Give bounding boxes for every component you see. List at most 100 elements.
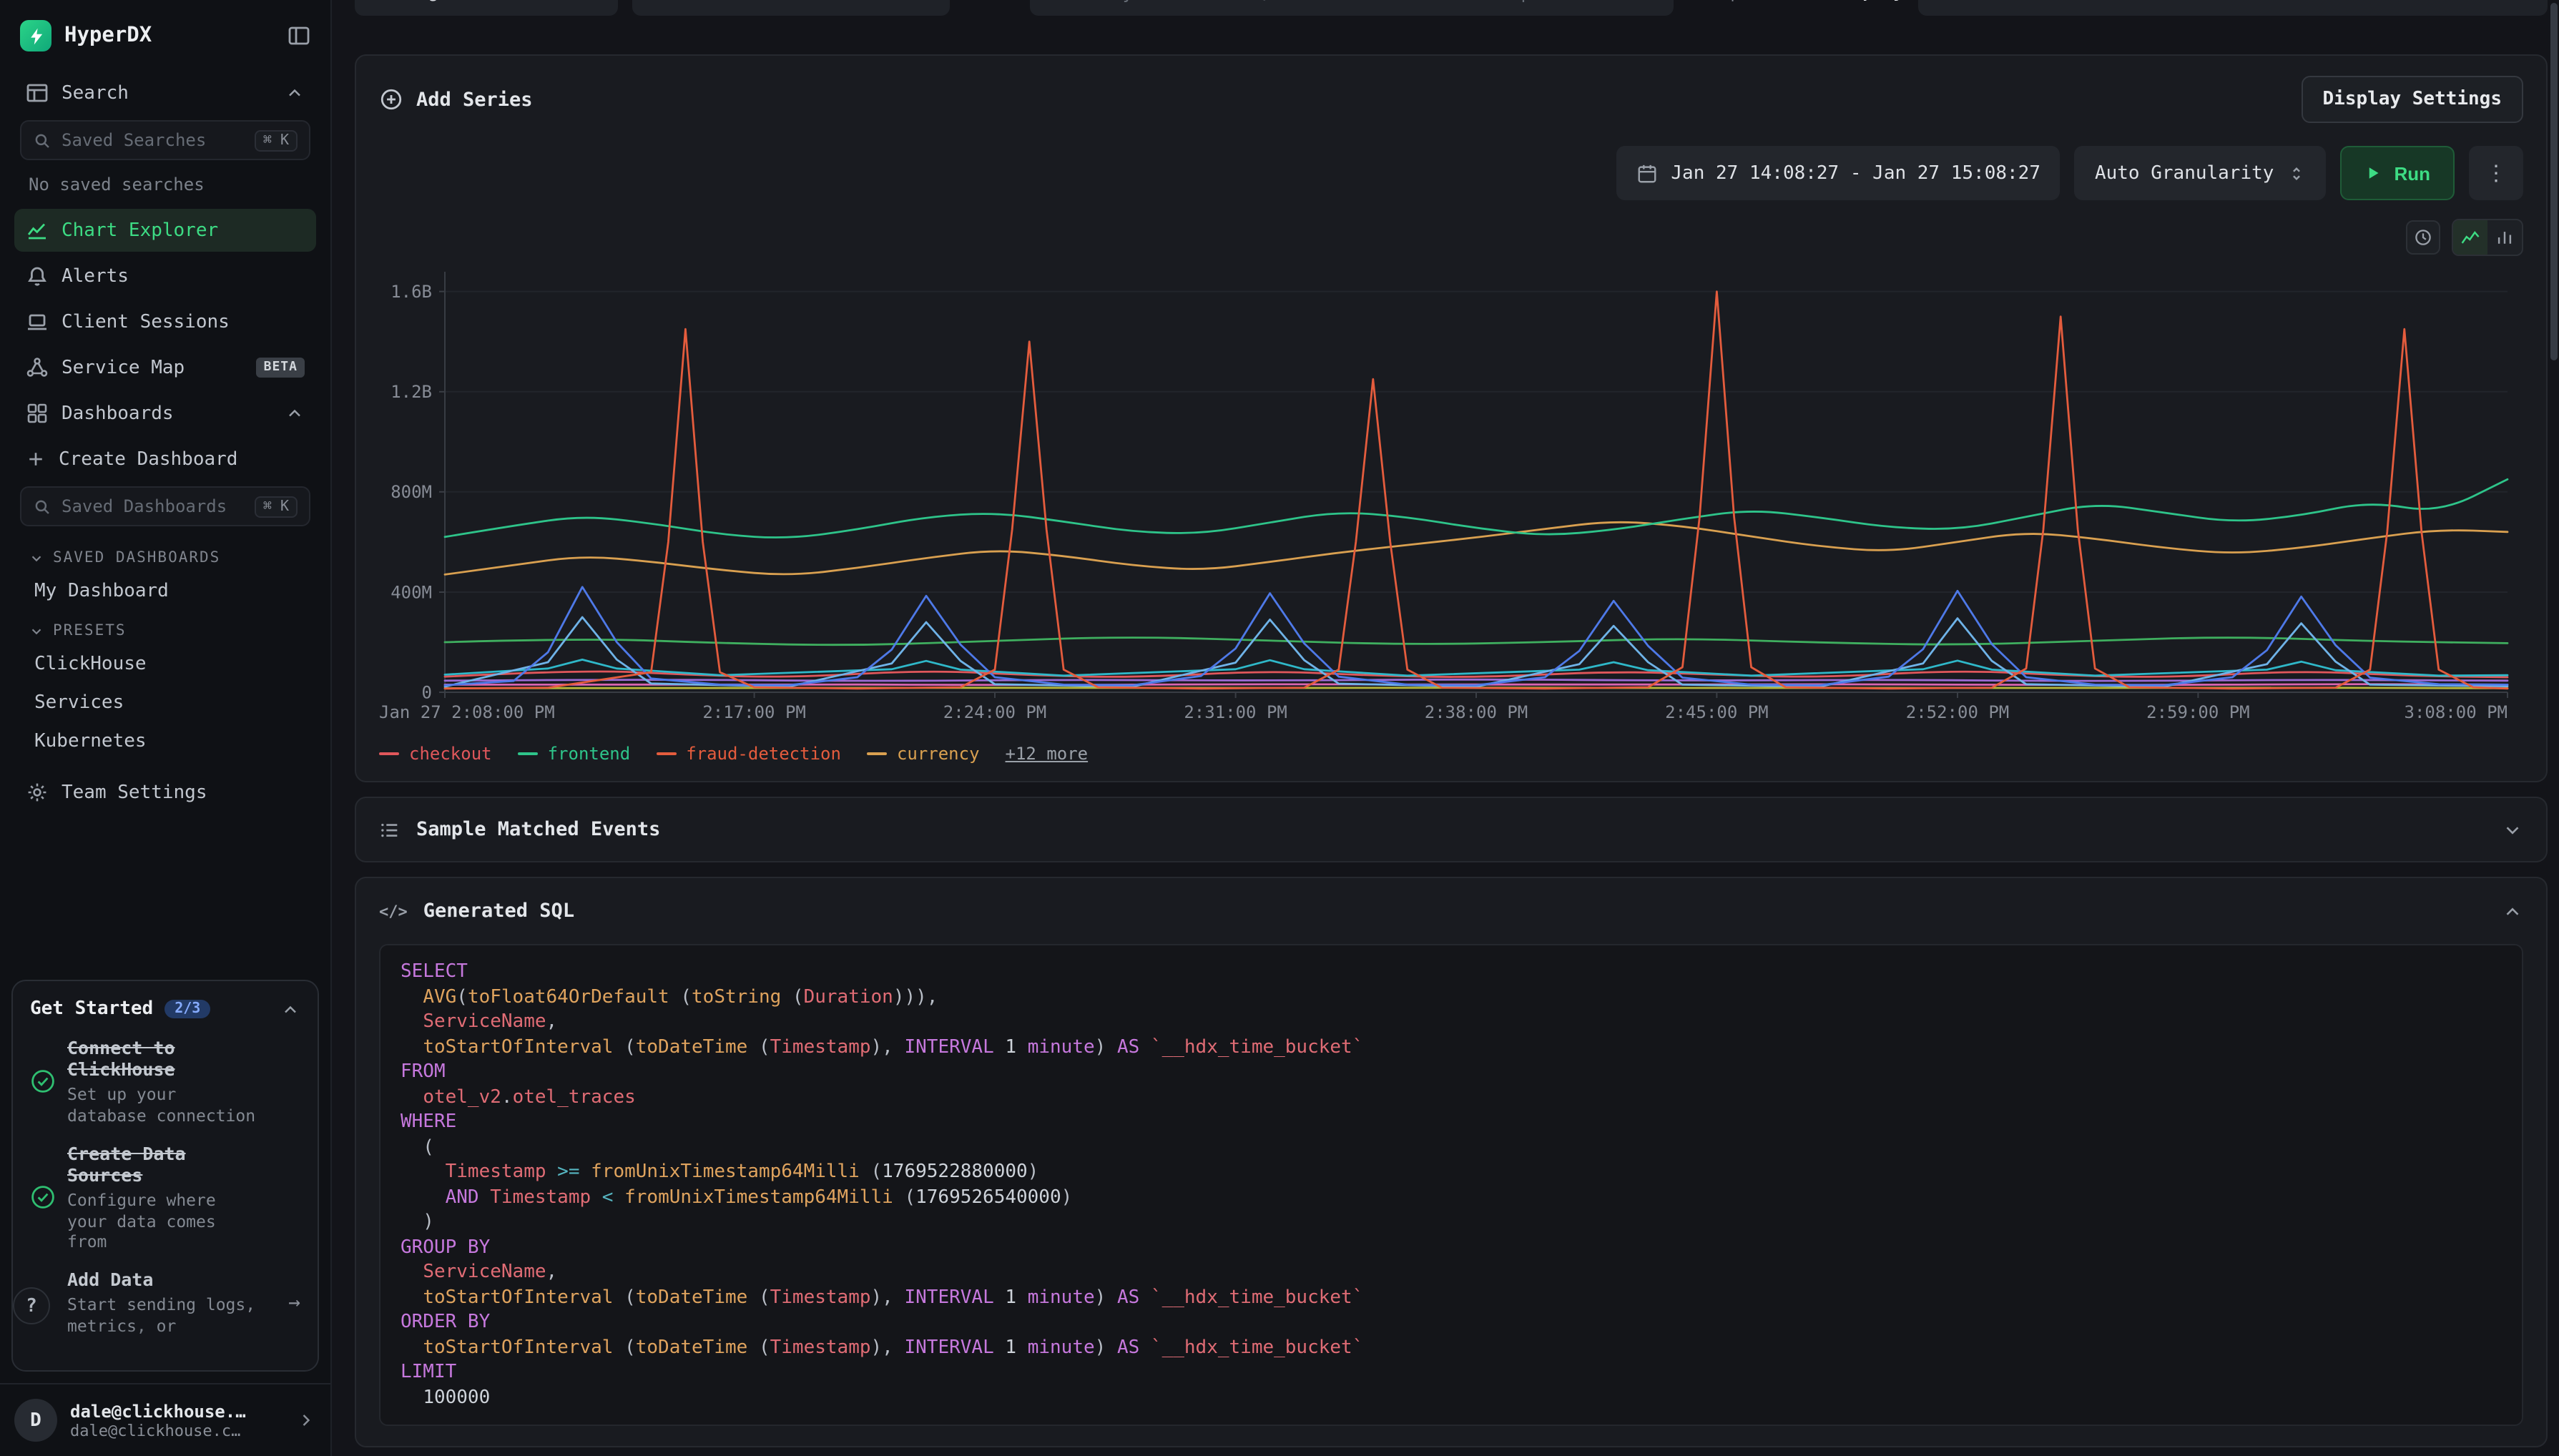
svg-text:2:52:00 PM: 2:52:00 PM	[1906, 702, 2010, 722]
aggregation-value: Average	[372, 0, 451, 2]
sidebar-item-search[interactable]: Search	[14, 72, 316, 114]
avatar: D	[14, 1399, 57, 1442]
series-currency	[445, 522, 2508, 574]
sql-code-block[interactable]: SELECT AVG(toFloat64OrDefault (toString …	[379, 944, 2523, 1426]
sql-line: (	[401, 1135, 2502, 1160]
svg-text:Jan 27 2:08:00 PM: Jan 27 2:08:00 PM	[379, 702, 555, 722]
sql-line: AVG(toFloat64OrDefault (toString (Durati…	[401, 985, 2502, 1010]
saved-dashboards-input[interactable]	[62, 496, 245, 516]
legend-item[interactable]: frontend	[518, 744, 631, 764]
sidebar-item-my-dashboard[interactable]: My Dashboard	[14, 572, 316, 609]
time-format-button[interactable]	[2406, 220, 2440, 255]
sql-line: SELECT	[401, 960, 2502, 985]
field-input[interactable]: Duration	[632, 0, 950, 16]
sidebar-item-create-dashboard[interactable]: Create Dashboard	[14, 438, 316, 481]
get-started-item-title: Add Data	[67, 1269, 256, 1291]
sidebar-item-dashboards[interactable]: Dashboards	[14, 392, 316, 435]
display-settings-button[interactable]: Display Settings	[2302, 76, 2523, 123]
plus-circle-icon	[379, 87, 403, 112]
chart-type-toggle	[2452, 219, 2523, 256]
search-events-input[interactable]: Search your events w/ Lucene ex. level:e…	[1030, 0, 1674, 16]
search-table-icon	[26, 82, 49, 104]
granularity-select[interactable]: Auto Granularity	[2075, 146, 2325, 200]
sample-matched-events-section[interactable]: Sample Matched Events	[355, 797, 2548, 862]
account-name: dale@clickhouse.…	[70, 1401, 246, 1421]
sql-line: LIMIT	[401, 1360, 2502, 1385]
get-started-item[interactable]: Connect to ClickHouse Set up your databa…	[30, 1038, 300, 1126]
sql-line: ORDER BY	[401, 1310, 2502, 1335]
legend-item[interactable]: checkout	[379, 744, 492, 764]
sql-line: toStartOfInterval (toDateTime (Timestamp…	[401, 1285, 2502, 1310]
series-recommendation	[445, 638, 2508, 645]
saved-searches-input[interactable]	[62, 130, 245, 150]
play-icon	[2364, 164, 2381, 182]
saved-searches-search[interactable]: ⌘ K	[20, 120, 310, 160]
group-by-input[interactable]: ServiceName	[1918, 0, 2548, 16]
help-button[interactable]: ?	[13, 1287, 50, 1324]
sidebar-item-chart-explorer[interactable]: Chart Explorer	[14, 209, 316, 252]
section-presets[interactable]: PRESETS	[14, 611, 316, 645]
sidebar-item-service-map[interactable]: Service Map BETA	[14, 346, 316, 389]
sql-line: ServiceName,	[401, 1010, 2502, 1035]
sidebar-item-label: Alerts	[62, 265, 305, 287]
svg-text:2:17:00 PM: 2:17:00 PM	[702, 702, 806, 722]
more-options-button[interactable]: ⋮	[2469, 146, 2523, 200]
get-started-item[interactable]: Add Data Start sending logs, metrics, or…	[30, 1269, 300, 1337]
line-chart-toggle-button[interactable]	[2453, 220, 2487, 255]
svg-text:2:59:00 PM: 2:59:00 PM	[2146, 702, 2250, 722]
collapse-sidebar-icon[interactable]	[288, 24, 310, 47]
sql-line: toStartOfInterval (toDateTime (Timestamp…	[401, 1335, 2502, 1360]
section-saved-dashboards[interactable]: SAVED DASHBOARDS	[14, 538, 316, 572]
sidebar-item-alerts[interactable]: Alerts	[14, 255, 316, 297]
get-started-card: Get Started 2/3 Connect to ClickHouse Se…	[11, 980, 319, 1372]
chevron-down-icon	[29, 550, 44, 566]
legend-swatch	[518, 752, 538, 755]
chevron-up-icon[interactable]	[280, 1000, 300, 1020]
sidebar-item-team-settings[interactable]: Team Settings	[14, 771, 316, 814]
bell-icon	[26, 265, 49, 287]
generated-sql-header[interactable]: </> Generated SQL	[356, 878, 2546, 944]
arrow-right-icon: →	[288, 1291, 300, 1314]
sql-line: Timestamp >= fromUnixTimestamp64Milli (1…	[401, 1160, 2502, 1185]
sql-lucene-toggle[interactable]: SQL | Lucene	[1688, 0, 1807, 1]
no-saved-searches-note: No saved searches	[14, 172, 316, 209]
sidebar-item-label: My Dashboard	[34, 580, 169, 601]
timeseries-chart[interactable]: 0400M800M1.2B1.6BJan 27 2:08:00 PM2:17:0…	[379, 260, 2523, 735]
timeseries-chart-svg: 0400M800M1.2B1.6BJan 27 2:08:00 PM2:17:0…	[379, 260, 2516, 735]
bar-chart-toggle-button[interactable]	[2487, 220, 2522, 255]
hyperdx-logo-icon	[20, 20, 51, 51]
svg-text:1.6B: 1.6B	[391, 282, 432, 302]
legend-item[interactable]: fraud-detection	[656, 744, 841, 764]
chart-panel: Add Series Display Settings Jan 27 14:08…	[355, 54, 2548, 782]
date-range-picker[interactable]: Jan 27 14:08:27 - Jan 27 15:08:27	[1616, 146, 2061, 200]
legend-more-link[interactable]: +12 more	[1006, 744, 1089, 764]
aggregation-select[interactable]: Average	[355, 0, 618, 16]
check-circle-icon	[30, 1184, 56, 1210]
svg-text:2:38:00 PM: 2:38:00 PM	[1425, 702, 1528, 722]
series-fraud-detection	[445, 292, 2508, 689]
app-logo-row: HyperDX	[14, 14, 316, 72]
list-icon	[379, 819, 401, 840]
sidebar-item-services[interactable]: Services	[14, 684, 316, 721]
add-series-button[interactable]: Add Series	[379, 87, 533, 112]
saved-dashboards-search[interactable]: ⌘ K	[20, 486, 310, 526]
app-window: HyperDX Search ⌘ K No saved searches Cha…	[0, 0, 2559, 1456]
get-started-item-subtitle: Set up your database connection	[67, 1085, 256, 1126]
code-icon: </>	[379, 902, 408, 920]
filter-bar-clipped: Average Duration WHERE Search your event…	[355, 0, 2548, 17]
svg-text:2:45:00 PM: 2:45:00 PM	[1665, 702, 1769, 722]
get-started-item[interactable]: Create Data Sources Configure where your…	[30, 1143, 300, 1251]
sidebar-item-kubernetes[interactable]: Kubernetes	[14, 722, 316, 759]
account-menu[interactable]: D dale@clickhouse.… dale@clickhouse.c…	[0, 1383, 330, 1456]
sidebar-item-client-sessions[interactable]: Client Sessions	[14, 300, 316, 343]
scrollbar-thumb[interactable]	[2550, 3, 2558, 360]
sidebar-item-label: Kubernetes	[34, 730, 147, 752]
get-started-item-subtitle: Start sending logs, metrics, or	[67, 1295, 256, 1337]
page-scrollbar[interactable]	[2550, 3, 2558, 1453]
section-label: PRESETS	[53, 622, 127, 639]
run-button[interactable]: Run	[2339, 146, 2455, 200]
sql-line: GROUP BY	[401, 1235, 2502, 1260]
legend-item[interactable]: currency	[867, 744, 980, 764]
sidebar-item-label: Client Sessions	[62, 311, 305, 333]
sidebar-item-clickhouse[interactable]: ClickHouse	[14, 645, 316, 682]
